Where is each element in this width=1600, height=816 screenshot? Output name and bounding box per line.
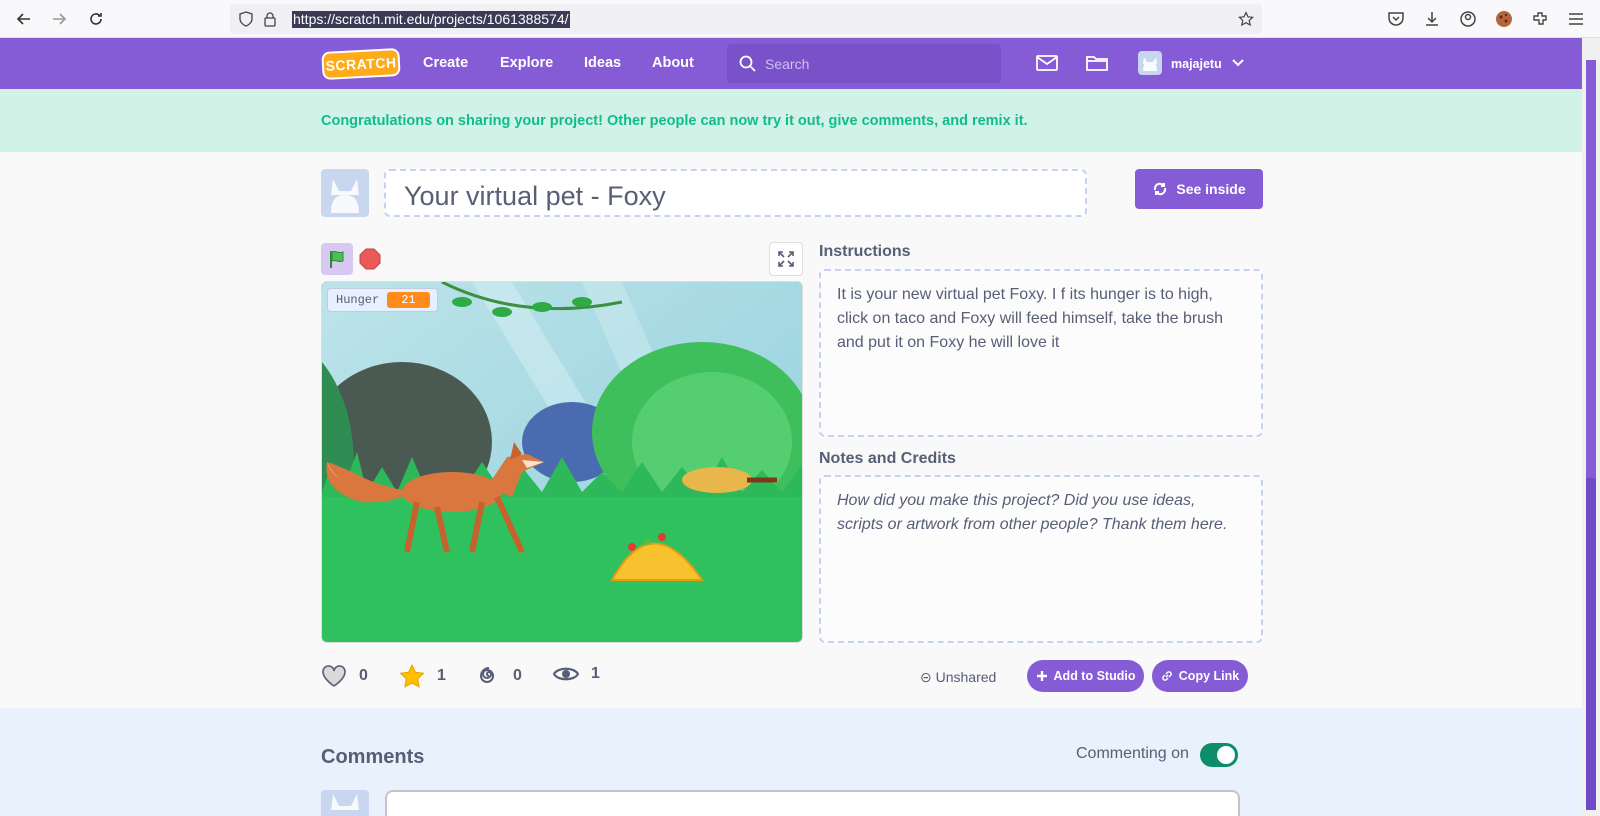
commenting-toggle[interactable] [1200, 743, 1238, 767]
project-author-avatar[interactable] [321, 169, 369, 217]
search-input[interactable] [765, 54, 985, 74]
my-stuff-folder-icon[interactable] [1085, 51, 1109, 75]
green-flag-icon [330, 250, 344, 268]
menu-icon[interactable] [1566, 9, 1586, 29]
copy-link-label: Copy Link [1178, 669, 1240, 683]
views-count: 1 [591, 665, 600, 682]
plus-icon [1036, 671, 1047, 681]
cat-avatar-icon [331, 179, 359, 213]
instructions-field[interactable]: It is your new virtual pet Foxy. I f its… [819, 269, 1263, 437]
add-to-studio-button[interactable]: Add to Studio [1027, 660, 1144, 692]
add-to-studio-label: Add to Studio [1053, 669, 1136, 683]
variable-value: 21 [387, 292, 430, 308]
fullscreen-button[interactable] [769, 242, 803, 276]
views-stat: 1 [553, 664, 600, 684]
comment-input[interactable] [385, 790, 1240, 816]
banner-text: Congratulations on sharing your project!… [321, 113, 1028, 129]
bookmark-star-icon[interactable] [1238, 11, 1254, 27]
project-title-field[interactable]: Your virtual pet - Foxy [384, 169, 1087, 217]
cookie-extension-icon[interactable] [1494, 9, 1514, 29]
search-icon [739, 55, 756, 72]
see-inside-label: See inside [1176, 181, 1246, 197]
instructions-heading: Instructions [819, 243, 911, 260]
notes-field[interactable]: How did you make this project? Did you u… [819, 475, 1263, 643]
account-icon[interactable] [1458, 9, 1478, 29]
search-bar [727, 44, 1001, 83]
extensions-icon[interactable] [1530, 9, 1550, 29]
remix-arrows-icon [1154, 182, 1167, 196]
back-icon[interactable] [12, 7, 36, 31]
variable-name: Hunger [336, 293, 380, 307]
nav-create[interactable]: Create [423, 55, 468, 71]
nav-about[interactable]: About [652, 55, 694, 71]
username[interactable]: majajetu [1171, 57, 1222, 71]
hunger-variable-monitor: Hunger 21 [327, 288, 438, 312]
copy-link-button[interactable]: Copy Link [1152, 660, 1248, 692]
chevron-down-icon[interactable] [1231, 56, 1245, 70]
project-stage[interactable]: Hunger 21 [321, 281, 803, 643]
address-bar[interactable]: https://scratch.mit.edu/projects/1061388… [230, 4, 1262, 34]
share-status-text: Unshared [935, 669, 997, 685]
heart-icon [322, 665, 346, 687]
pocket-icon[interactable] [1386, 9, 1406, 29]
notes-heading: Notes and Credits [819, 450, 956, 467]
love-count: 0 [359, 667, 368, 684]
eye-icon [553, 667, 579, 681]
commenting-label: Commenting on [1076, 745, 1189, 762]
shield-icon [239, 11, 253, 27]
browser-toolbar: https://scratch.mit.edu/projects/1061388… [0, 0, 1600, 38]
user-avatar[interactable] [1138, 51, 1162, 75]
star-icon [399, 664, 425, 688]
share-status: ⊝ Unshared [920, 669, 997, 685]
notes-text: How did you make this project? Did you u… [837, 492, 1228, 533]
forward-icon[interactable] [47, 7, 71, 31]
nav-explore[interactable]: Explore [500, 55, 553, 71]
fullscreen-icon [778, 251, 794, 267]
green-flag-button[interactable] [321, 243, 353, 275]
site-header: SCRATCH Create Explore Ideas About majaj… [0, 38, 1582, 89]
favorite-count: 1 [437, 667, 446, 684]
favorite-stat[interactable]: 1 [399, 664, 446, 688]
messages-icon[interactable] [1035, 51, 1059, 75]
lock-icon [264, 12, 276, 27]
download-icon[interactable] [1422, 9, 1442, 29]
cat-avatar-icon [1143, 57, 1157, 71]
love-stat[interactable]: 0 [321, 664, 368, 688]
cat-avatar-icon [331, 794, 359, 810]
share-congrats-banner: Congratulations on sharing your project!… [0, 89, 1582, 152]
remix-stat: 0 [477, 664, 522, 688]
remix-spiral-icon [479, 667, 494, 683]
scrollbar-thumb-lower[interactable] [1586, 478, 1596, 810]
remix-count: 0 [513, 667, 522, 684]
comments-heading: Comments [321, 746, 425, 768]
instructions-text: It is your new virtual pet Foxy. I f its… [837, 286, 1223, 351]
scrollbar-thumb[interactable] [1586, 60, 1596, 478]
see-inside-button[interactable]: See inside [1135, 169, 1263, 209]
scratch-logo[interactable]: SCRATCH [321, 47, 401, 81]
url-text: https://scratch.mit.edu/projects/1061388… [292, 11, 570, 28]
nav-ideas[interactable]: Ideas [584, 55, 621, 71]
commenter-avatar [321, 790, 369, 816]
stop-sign-icon[interactable] [358, 247, 382, 271]
forest-backdrop [322, 282, 802, 642]
project-title: Your virtual pet - Foxy [404, 181, 666, 211]
link-icon [1161, 671, 1172, 681]
reload-icon[interactable] [84, 7, 108, 31]
